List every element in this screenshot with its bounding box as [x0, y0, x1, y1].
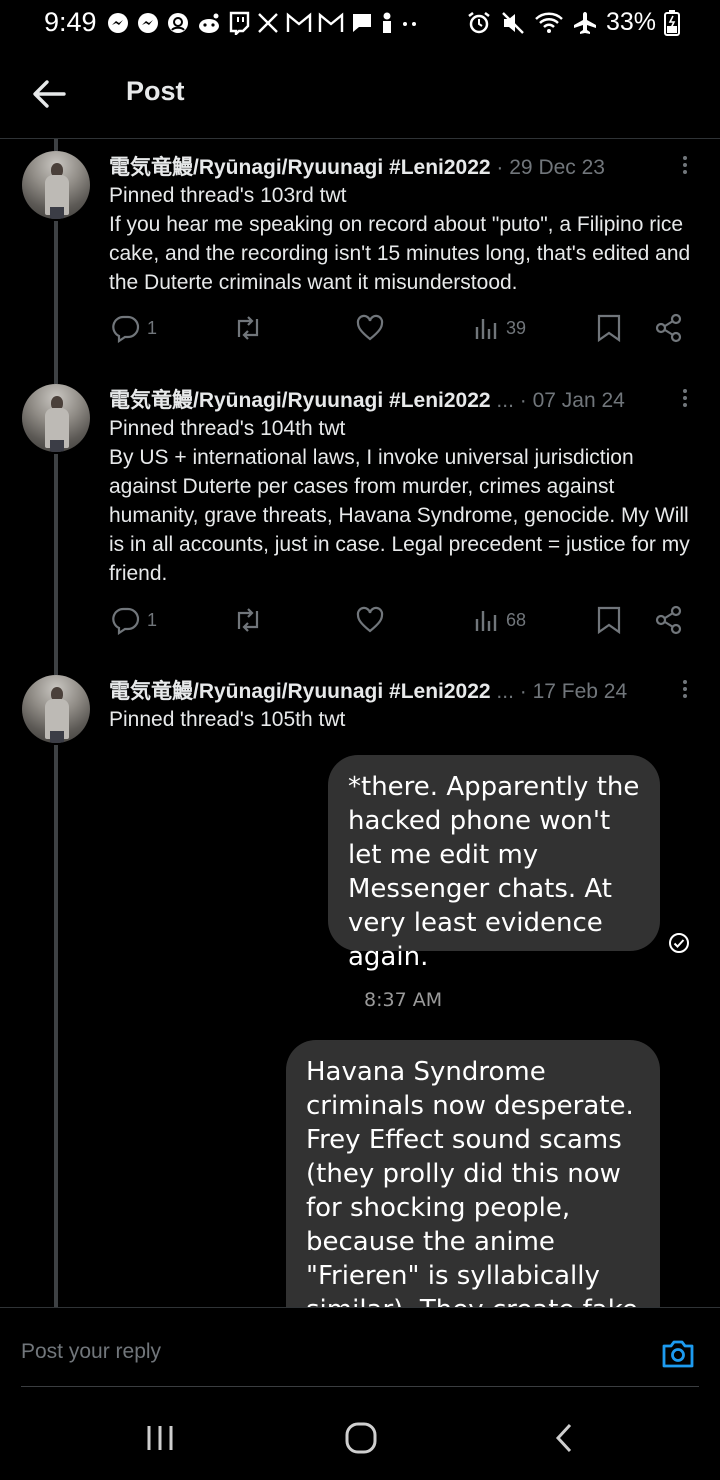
views-button[interactable]: 68: [474, 605, 526, 635]
wifi-icon: [535, 12, 563, 33]
avatar[interactable]: [22, 151, 90, 219]
tweet-header: 電気竜鰻/Ryūnagi/Ryuunagi #Leni2022 · 29 Dec…: [109, 151, 605, 181]
x-icon: [258, 13, 278, 33]
repost-button[interactable]: [232, 313, 264, 343]
avatar[interactable]: [22, 675, 90, 743]
reply-button[interactable]: 1: [111, 605, 157, 635]
message-time: 8:37 AM: [364, 989, 443, 1011]
pinned-label: Pinned thread's 104th twt: [109, 417, 346, 440]
share-button[interactable]: [655, 605, 683, 635]
embedded-chat-screenshot[interactable]: *there. Apparently the hacked phone won'…: [92, 740, 720, 1307]
more-options-icon[interactable]: [676, 677, 694, 703]
gmail-icon: [286, 12, 312, 32]
repost-icon: [237, 316, 259, 340]
more-options-icon[interactable]: [676, 153, 694, 179]
share-icon: [655, 313, 682, 343]
avatar[interactable]: [22, 384, 90, 452]
read-receipt-icon: [669, 933, 689, 953]
reply-count: 1: [147, 317, 158, 338]
home-icon[interactable]: [344, 1421, 378, 1455]
like-button[interactable]: [355, 313, 385, 343]
view-count: 68: [506, 609, 527, 630]
author-name[interactable]: 電気竜鰻/Ryūnagi/Ryuunagi #Leni2022: [109, 156, 491, 179]
reply-count: 1: [147, 609, 158, 630]
app-header: Post: [0, 46, 720, 139]
chat-bubble: *there. Apparently the hacked phone won'…: [328, 755, 660, 972]
camera-icon[interactable]: [660, 1336, 696, 1372]
bookmark-icon: [597, 314, 621, 343]
more-dots-icon: [403, 22, 416, 26]
tweet-text: By US + international laws, I invoke uni…: [109, 446, 690, 585]
reply-icon: [112, 315, 140, 343]
battery-percentage: 33%: [605, 8, 656, 36]
action-row: 1 39: [0, 313, 720, 349]
share-button[interactable]: [655, 313, 683, 343]
system-icons: 33%: [466, 8, 680, 37]
thread-connector-line: [54, 221, 58, 384]
messenger-icon: [108, 13, 128, 33]
mute-icon: [502, 11, 524, 34]
thread-connector-line: [54, 454, 58, 675]
back-arrow-icon[interactable]: [28, 73, 70, 115]
views-button[interactable]: 39: [474, 313, 526, 343]
more-options-icon[interactable]: [676, 386, 694, 412]
tweet-meta: ... · 17 Feb 24: [490, 680, 628, 703]
author-name[interactable]: 電気竜鰻/Ryūnagi/Ryuunagi #Leni2022: [109, 389, 491, 412]
repost-icon: [237, 608, 259, 632]
pinned-label: Pinned thread's 105th twt: [109, 708, 346, 731]
divider: [21, 1386, 699, 1387]
thread-connector-line: [54, 139, 58, 151]
alarm-icon: [468, 11, 490, 33]
pinned-label: Pinned thread's 103rd twt: [109, 184, 347, 207]
recent-apps-icon[interactable]: [144, 1421, 176, 1453]
author-name[interactable]: 電気竜鰻/Ryūnagi/Ryuunagi #Leni2022: [109, 680, 491, 703]
heart-icon: [356, 606, 384, 633]
reply-icon: [112, 607, 140, 635]
views-chart-icon: [475, 611, 497, 631]
tweet-text: If you hear me speaking on record about …: [109, 213, 691, 294]
action-row: 1 68: [0, 605, 720, 641]
view-count: 39: [506, 317, 527, 338]
thread-connector-line: [54, 745, 58, 1307]
chat-bubble: Havana Syndrome criminals now desperate.…: [286, 1040, 660, 1307]
tweet-header: 電気竜鰻/Ryūnagi/Ryuunagi #Leni2022 ... · 17…: [109, 675, 627, 705]
share-icon: [655, 605, 682, 635]
page-title: Post: [126, 76, 185, 106]
status-time: 9:49: [44, 7, 97, 37]
like-button[interactable]: [355, 605, 385, 635]
repost-button[interactable]: [232, 605, 264, 635]
notification-icon: [383, 12, 391, 33]
chat-icon: [353, 14, 371, 32]
gmail-icon: [318, 12, 344, 32]
tweet-meta: · 29 Dec 23: [490, 156, 605, 179]
android-nav-bar: [0, 1395, 720, 1480]
reply-button[interactable]: 1: [111, 313, 157, 343]
reply-input[interactable]: Post your reply: [21, 1340, 621, 1364]
status-bar: 9:49 33%: [0, 0, 720, 46]
bookmark-icon: [597, 606, 621, 635]
bookmark-button[interactable]: [596, 313, 622, 343]
battery-icon: [664, 9, 680, 36]
reply-bar: Post your reply: [0, 1307, 720, 1387]
back-nav-icon[interactable]: [550, 1421, 578, 1455]
reddit-icon: [199, 13, 219, 33]
views-chart-icon: [475, 319, 497, 339]
airplane-icon: [573, 11, 596, 34]
heart-icon: [356, 314, 384, 341]
bookmark-button[interactable]: [596, 605, 622, 635]
tweet-header: 電気竜鰻/Ryūnagi/Ryuunagi #Leni2022 ... · 07…: [109, 384, 625, 414]
messenger-icon: [138, 13, 158, 33]
tweet-meta: ... · 07 Jan 24: [490, 389, 625, 412]
threads-icon: [168, 13, 188, 33]
notification-icons: [106, 11, 420, 35]
twitch-icon: [229, 11, 250, 35]
